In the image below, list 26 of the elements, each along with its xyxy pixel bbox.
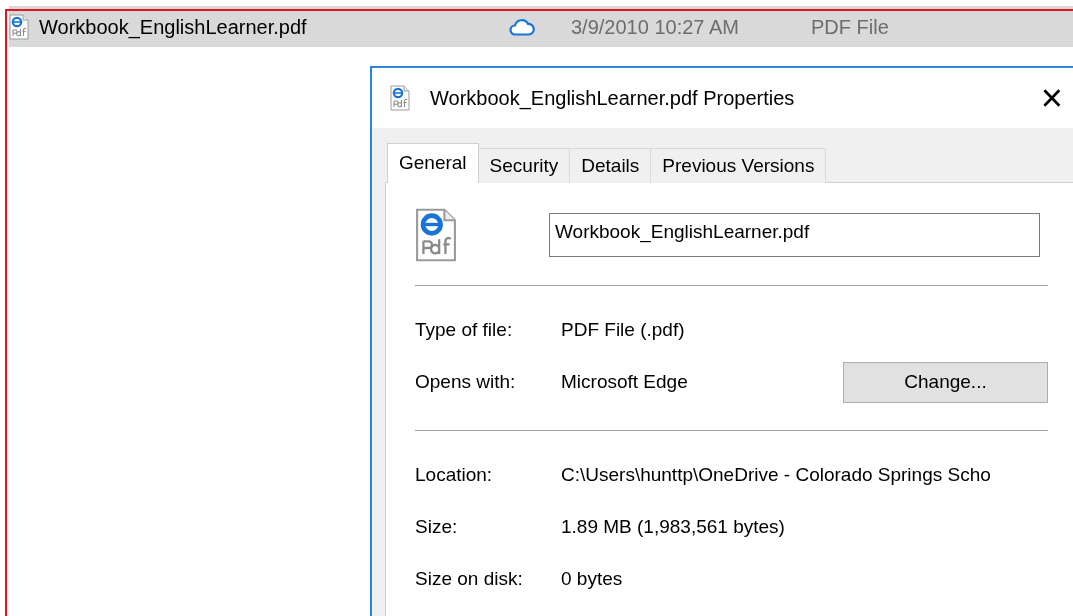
pdf-file-icon xyxy=(415,207,457,263)
property-label: Location: xyxy=(415,462,494,487)
file-type: PDF File xyxy=(811,14,889,40)
property-value: C:\Users\hunttp\OneDrive - Colorado Springs Scho xyxy=(561,462,991,487)
tab[interactable]: Security xyxy=(477,148,571,183)
property-value: 0 bytes xyxy=(561,566,623,591)
pdf-file-icon xyxy=(9,13,29,40)
property-value: Microsoft Edge xyxy=(561,369,688,394)
date-modified: 3/9/2010 10:27 AM xyxy=(571,14,740,40)
file-name-field[interactable]: Workbook_EnglishLearner.pdf xyxy=(549,213,1040,257)
change-button[interactable]: Change... xyxy=(843,361,1048,403)
property-value: PDF File (.pdf) xyxy=(561,317,685,342)
property-label: Type of file: xyxy=(415,317,514,342)
tab[interactable]: General xyxy=(387,143,479,183)
window-title: Workbook_EnglishLearner.pdf Properties xyxy=(430,86,795,112)
property-label: Size: xyxy=(415,514,459,539)
property-label: Opens with: xyxy=(415,369,517,394)
pdf-file-icon xyxy=(390,85,410,111)
tab[interactable]: Previous Versions xyxy=(650,148,827,183)
file-name: Workbook_EnglishLearner.pdf xyxy=(39,14,308,41)
file-row[interactable]: Workbook_EnglishLearner.pdf 3/9/2010 10:27 AM PDF File xyxy=(9,6,1073,47)
tab[interactable]: Details xyxy=(569,148,652,183)
property-label: Size on disk: xyxy=(415,566,524,591)
cloud-icon xyxy=(509,17,535,36)
close-button[interactable]: × xyxy=(1036,79,1067,117)
property-value: 1.89 MB (1,983,561 bytes) xyxy=(561,514,785,539)
